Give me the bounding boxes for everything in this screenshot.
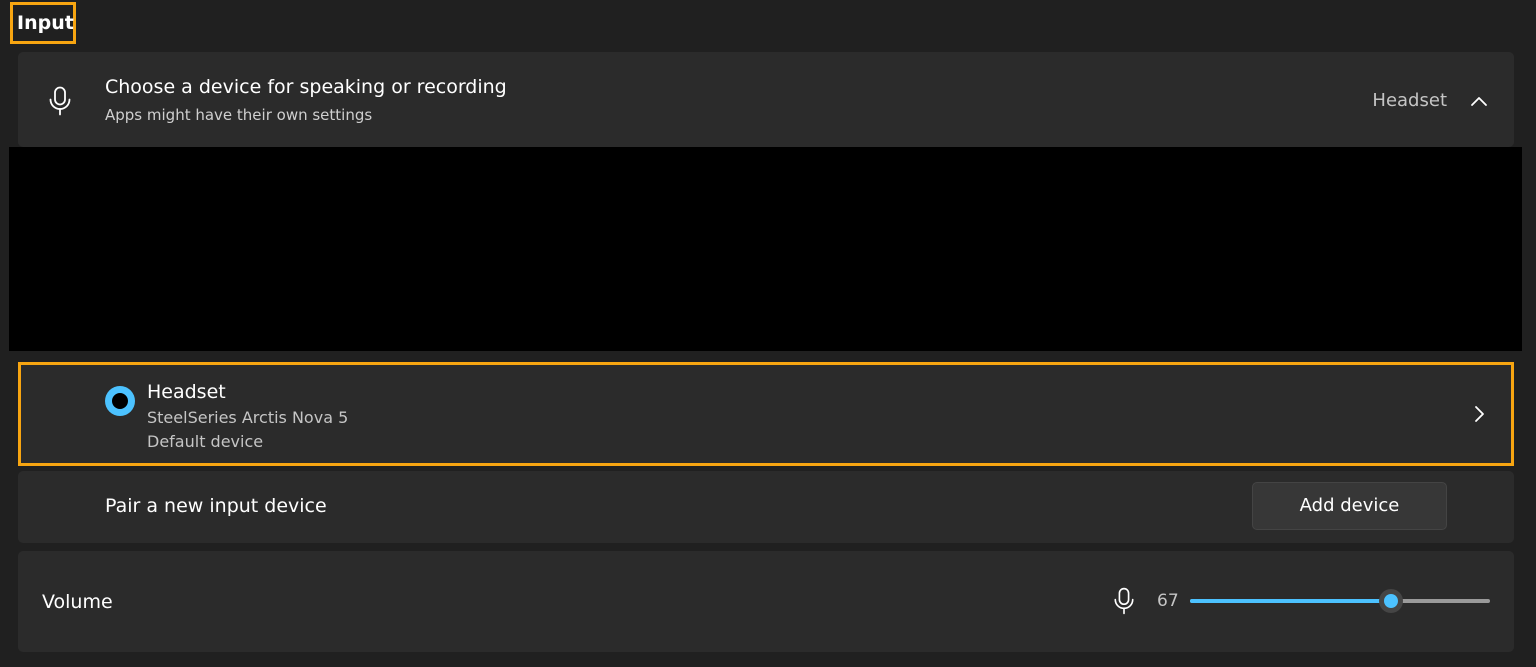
- pair-device-row: Pair a new input device Add device: [18, 471, 1514, 543]
- volume-label: Volume: [42, 591, 113, 613]
- pair-device-label: Pair a new input device: [105, 495, 327, 517]
- device-radio-button[interactable]: [105, 386, 135, 416]
- sound-settings-page: Input Choose a device for speaking or re…: [0, 0, 1536, 667]
- device-model: SteelSeries Arctis Nova 5: [147, 408, 349, 427]
- device-status: Default device: [147, 432, 264, 451]
- selected-device-value: Headset: [1372, 90, 1447, 111]
- volume-microphone-icon[interactable]: [1113, 586, 1135, 616]
- device-name: Headset: [147, 381, 226, 403]
- input-section-title: Input: [10, 2, 76, 44]
- device-row-headset[interactable]: Headset SteelSeries Arctis Nova 5 Defaul…: [18, 362, 1514, 466]
- volume-slider[interactable]: [1190, 589, 1490, 613]
- add-device-button[interactable]: Add device: [1252, 482, 1447, 530]
- chevron-up-icon[interactable]: [1470, 92, 1488, 110]
- volume-value: 67: [1157, 591, 1179, 611]
- input-device-subtitle: Apps might have their own settings: [105, 106, 373, 124]
- volume-slider-thumb[interactable]: [1379, 589, 1403, 613]
- input-device-selector[interactable]: Choose a device for speaking or recordin…: [18, 52, 1514, 147]
- microphone-icon: [48, 86, 72, 116]
- volume-slider-fill: [1190, 599, 1391, 603]
- input-device-title: Choose a device for speaking or recordin…: [105, 76, 507, 98]
- chevron-right-icon[interactable]: [1471, 405, 1487, 423]
- volume-row: Volume 67: [18, 551, 1514, 652]
- redacted-region: [9, 147, 1522, 351]
